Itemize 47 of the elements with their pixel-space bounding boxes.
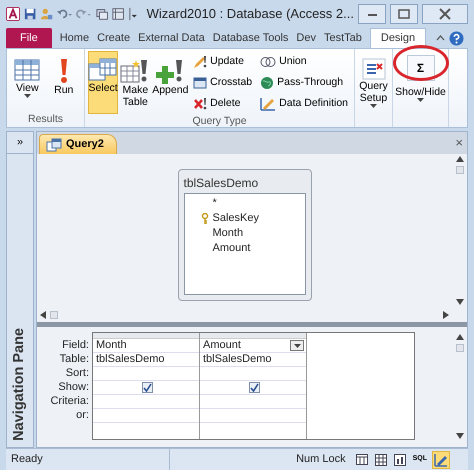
grid-cell[interactable]: Amount xyxy=(200,339,306,353)
row-label: or: xyxy=(76,408,89,422)
field-name[interactable]: Amount xyxy=(212,240,250,257)
ribbon-button[interactable]: Make Table xyxy=(120,51,150,114)
row-label: Criteria: xyxy=(50,394,89,408)
ribbon-tab[interactable]: External Data xyxy=(134,28,209,48)
ribbon-button[interactable]: Delete xyxy=(190,94,256,114)
ribbon-button[interactable]: Data Definition xyxy=(257,94,352,114)
ribbon-button[interactable]: Select xyxy=(88,51,118,114)
ribbon-button[interactable]: Pass-Through xyxy=(257,73,352,93)
status-text: Num Lock xyxy=(296,452,346,468)
row-label: Table: xyxy=(60,352,89,366)
pane-title: Navigation Pane xyxy=(10,328,28,441)
ribbon-tab[interactable]: TestTab xyxy=(320,28,366,48)
ribbon-tab[interactable]: Dev xyxy=(292,28,320,48)
field-name[interactable]: * xyxy=(212,195,217,212)
field-name[interactable]: Month xyxy=(212,225,244,242)
grid-cell[interactable]: tblSalesDemo xyxy=(93,353,199,367)
expand-button[interactable]: » xyxy=(7,132,33,154)
row-label: Field: xyxy=(62,338,89,352)
ribbon-tab[interactable]: Home xyxy=(56,28,94,48)
grid-cell[interactable]: Month xyxy=(93,339,199,353)
table-box[interactable]: tblSalesDemo * SalesKey Month Amount xyxy=(178,169,312,301)
ribbon-button[interactable]: Crosstab xyxy=(190,73,256,93)
row-label: Show: xyxy=(58,380,89,394)
group-label: Results xyxy=(26,112,64,127)
ribbon-tab[interactable]: Create xyxy=(93,28,134,48)
ribbon-button[interactable]: Run xyxy=(48,51,79,112)
file-tab[interactable]: File xyxy=(6,28,52,48)
ribbon-button[interactable]: Update xyxy=(190,52,256,72)
ribbon-button[interactable]: Show/Hide xyxy=(393,83,448,104)
ribbon-tab[interactable]: Design xyxy=(370,28,426,48)
ribbon-button[interactable]: Query Setup xyxy=(358,51,389,112)
ribbon-tab[interactable]: Database Tools xyxy=(208,28,292,48)
ribbon-button[interactable]: Append xyxy=(152,51,188,114)
group-label: Query Type xyxy=(191,114,248,129)
row-label: Sort: xyxy=(66,366,89,380)
totals-button[interactable]: Σ xyxy=(406,55,434,81)
field-name[interactable]: SalesKey xyxy=(212,210,259,227)
close-button[interactable]: × xyxy=(451,133,467,153)
table-title: tblSalesDemo xyxy=(184,175,260,192)
grid-cell[interactable]: tblSalesDemo xyxy=(200,353,306,367)
status-text: Ready xyxy=(11,452,43,468)
document-tab[interactable]: Query2 xyxy=(39,134,117,154)
ribbon-button[interactable]: Union xyxy=(257,52,352,72)
window-title: Wizard2010 : Database (Access 2... xyxy=(146,5,354,24)
ribbon-button[interactable]: View xyxy=(12,51,42,112)
